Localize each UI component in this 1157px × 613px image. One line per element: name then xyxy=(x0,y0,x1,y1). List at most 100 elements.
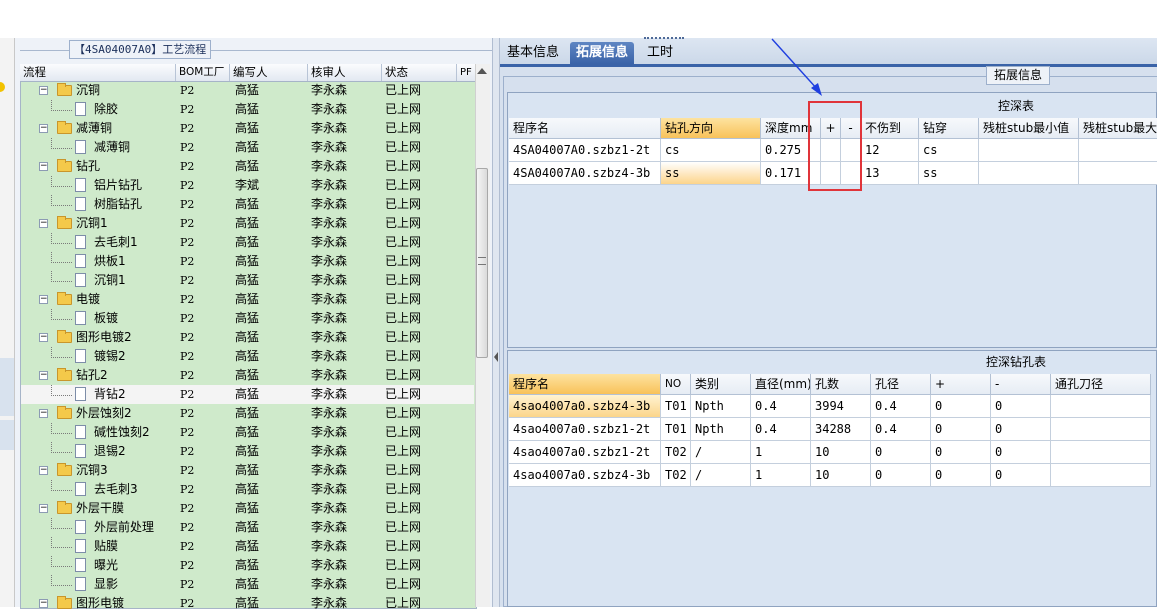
drill-cell[interactable]: 34288 xyxy=(811,418,871,441)
collapse-toggle-icon[interactable]: − xyxy=(39,124,48,133)
tree-row[interactable]: 曝光 P2 高猛 李永森 已上网 xyxy=(21,556,474,575)
tree-row[interactable]: 沉铜1 P2 高猛 李永森 已上网 xyxy=(21,271,474,290)
deep-cell[interactable]: cs xyxy=(919,139,979,162)
drill-cell[interactable]: 1 xyxy=(751,464,811,487)
tree-row[interactable]: 除胶 P2 高猛 李永森 已上网 xyxy=(21,100,474,119)
drill-col-header[interactable]: 程序名 xyxy=(509,374,661,395)
col-header-bom[interactable]: BOM工厂 xyxy=(176,64,230,81)
deep-col-header[interactable]: 残桩stub最大 xyxy=(1079,118,1157,139)
col-header-flow[interactable]: 流程 xyxy=(20,64,176,81)
tree-row[interactable]: 减薄铜 P2 高猛 李永森 已上网 xyxy=(21,138,474,157)
tree-row[interactable]: 贴膜 P2 高猛 李永森 已上网 xyxy=(21,537,474,556)
drill-col-header[interactable]: 类别 xyxy=(691,374,751,395)
tree-row[interactable]: − 图形电镀 P2 高猛 李永森 已上网 xyxy=(21,594,474,613)
tree-row[interactable]: − 钻孔2 P2 高猛 李永森 已上网 xyxy=(21,366,474,385)
drill-cell[interactable] xyxy=(1051,418,1151,441)
tree-row[interactable]: − 外层蚀刻2 P2 高猛 李永森 已上网 xyxy=(21,404,474,423)
col-header-reviewer[interactable]: 核审人 xyxy=(308,64,382,81)
collapse-toggle-icon[interactable]: − xyxy=(39,466,48,475)
deep-cell[interactable] xyxy=(1079,162,1157,185)
col-header-status[interactable]: 状态 xyxy=(382,64,457,81)
drill-cell[interactable]: 0 xyxy=(991,395,1051,418)
tree-row[interactable]: 铝片钻孔 P2 李斌 李永森 已上网 xyxy=(21,176,474,195)
drill-cell[interactable]: 0 xyxy=(931,395,991,418)
deep-cell[interactable] xyxy=(979,139,1079,162)
tree-row[interactable]: 碱性蚀刻2 P2 高猛 李永森 已上网 xyxy=(21,423,474,442)
drill-cell[interactable]: 3994 xyxy=(811,395,871,418)
drill-col-header[interactable]: + xyxy=(931,374,991,395)
collapse-toggle-icon[interactable]: − xyxy=(39,162,48,171)
deep-cell[interactable] xyxy=(1079,139,1157,162)
drill-col-header[interactable]: 通孔刀径 xyxy=(1051,374,1151,395)
drill-cell[interactable]: 10 xyxy=(811,441,871,464)
deep-cell[interactable]: cs xyxy=(661,139,761,162)
drill-cell[interactable]: Npth xyxy=(691,395,751,418)
collapse-toggle-icon[interactable]: − xyxy=(39,504,48,513)
tree-row[interactable]: 烘板1 P2 高猛 李永森 已上网 xyxy=(21,252,474,271)
drill-cell[interactable]: 0.4 xyxy=(751,395,811,418)
deep-col-header[interactable]: 程序名 xyxy=(509,118,661,139)
drill-cell[interactable]: Npth xyxy=(691,418,751,441)
drill-cell[interactable]: / xyxy=(691,441,751,464)
drill-col-header[interactable]: - xyxy=(991,374,1051,395)
tree-row[interactable]: 树脂钻孔 P2 高猛 李永森 已上网 xyxy=(21,195,474,214)
tree-row[interactable]: − 减薄铜 P2 高猛 李永森 已上网 xyxy=(21,119,474,138)
drill-cell[interactable]: 1 xyxy=(751,441,811,464)
tree-row[interactable]: 镀锡2 P2 高猛 李永森 已上网 xyxy=(21,347,474,366)
col-header-writer[interactable]: 编写人 xyxy=(230,64,308,81)
drill-col-header[interactable]: NO xyxy=(661,374,691,395)
drill-cell[interactable]: 0 xyxy=(931,418,991,441)
deep-col-header[interactable]: 不伤到 xyxy=(861,118,919,139)
tree-row[interactable]: − 沉铜1 P2 高猛 李永森 已上网 xyxy=(21,214,474,233)
tree-row[interactable]: 退锡2 P2 高猛 李永森 已上网 xyxy=(21,442,474,461)
deep-cell[interactable]: 12 xyxy=(861,139,919,162)
drill-cell[interactable] xyxy=(1051,464,1151,487)
drill-cell[interactable]: 0 xyxy=(931,441,991,464)
drill-cell[interactable]: 4sao4007a0.szbz1-2t xyxy=(509,418,661,441)
tree-row[interactable]: 去毛刺1 P2 高猛 李永森 已上网 xyxy=(21,233,474,252)
deep-cell[interactable] xyxy=(979,162,1079,185)
deep-cell[interactable]: 13 xyxy=(861,162,919,185)
col-header-pf[interactable]: PF xyxy=(457,64,475,81)
drill-cell[interactable]: 0.4 xyxy=(871,418,931,441)
drill-cell[interactable]: 4sao4007a0.szbz1-2t xyxy=(509,441,661,464)
tab-basic-info[interactable]: 基本信息 xyxy=(501,42,565,64)
drill-cell[interactable]: T02 xyxy=(661,441,691,464)
drill-cell[interactable]: 0 xyxy=(871,464,931,487)
drill-cell[interactable]: 0 xyxy=(931,464,991,487)
deep-col-header[interactable]: 钻孔方向 xyxy=(661,118,761,139)
tree-row[interactable]: − 钻孔 P2 高猛 李永森 已上网 xyxy=(21,157,474,176)
drill-cell[interactable]: 10 xyxy=(811,464,871,487)
drill-cell[interactable]: 0 xyxy=(991,441,1051,464)
panel-splitter[interactable] xyxy=(492,38,500,607)
drill-col-header[interactable]: 孔数 xyxy=(811,374,871,395)
tree-row[interactable]: 板镀 P2 高猛 李永森 已上网 xyxy=(21,309,474,328)
tab-work-hours[interactable]: 工时 xyxy=(641,42,679,64)
tab-extended-info[interactable]: 拓展信息 xyxy=(570,42,635,64)
tree-row[interactable]: 去毛刺3 P2 高猛 李永森 已上网 xyxy=(21,480,474,499)
collapse-toggle-icon[interactable]: − xyxy=(39,333,48,342)
drill-cell[interactable]: / xyxy=(691,464,751,487)
drill-cell[interactable]: T02 xyxy=(661,464,691,487)
tree-row[interactable]: − 沉铜3 P2 高猛 李永森 已上网 xyxy=(21,461,474,480)
drill-col-header[interactable]: 直径(mm) xyxy=(751,374,811,395)
drill-cell[interactable]: 4sao4007a0.szbz4-3b xyxy=(509,464,661,487)
drill-cell[interactable]: T01 xyxy=(661,395,691,418)
tree-row[interactable]: 背钻2 P2 高猛 李永森 已上网 xyxy=(21,385,474,404)
splitter-arrow-icon[interactable] xyxy=(494,352,498,362)
collapse-toggle-icon[interactable]: − xyxy=(39,371,48,380)
drill-cell[interactable]: T01 xyxy=(661,418,691,441)
deep-cell[interactable]: ss xyxy=(919,162,979,185)
tree-row[interactable]: − 电镀 P2 高猛 李永森 已上网 xyxy=(21,290,474,309)
drill-cell[interactable]: 0 xyxy=(871,441,931,464)
deep-col-header[interactable]: 钻穿 xyxy=(919,118,979,139)
tree-row[interactable]: − 外层干膜 P2 高猛 李永森 已上网 xyxy=(21,499,474,518)
drill-cell[interactable]: 0.4 xyxy=(751,418,811,441)
drill-col-header[interactable]: 孔径 xyxy=(871,374,931,395)
collapse-toggle-icon[interactable]: − xyxy=(39,409,48,418)
deep-cell[interactable]: ss xyxy=(661,162,761,185)
drill-cell[interactable]: 0 xyxy=(991,418,1051,441)
collapse-toggle-icon[interactable]: − xyxy=(39,295,48,304)
drill-cell[interactable]: 4sao4007a0.szbz4-3b xyxy=(509,395,661,418)
scroll-up-arrow-icon[interactable] xyxy=(477,68,487,74)
